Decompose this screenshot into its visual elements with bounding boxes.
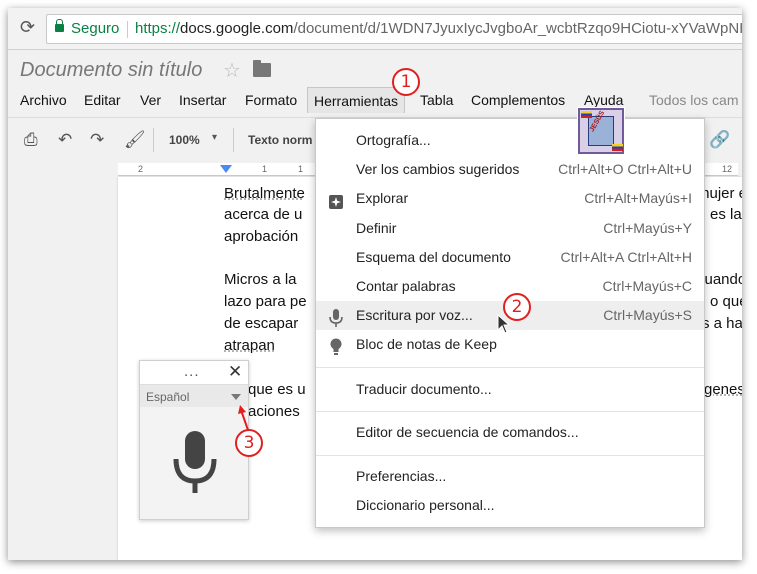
menu-item-label: Diccionario personal... <box>356 497 495 513</box>
url-path: /document/d/1WDN7JyuxIycJvgboAr_wcbtRzqo… <box>293 20 742 37</box>
folder-icon[interactable] <box>253 60 271 77</box>
menu-complementos[interactable]: Complementos <box>465 87 571 113</box>
menu-item-translate[interactable]: Traducir documento... <box>316 375 704 404</box>
menu-item-shortcut: Ctrl+Alt+A Ctrl+Alt+H <box>560 249 693 265</box>
menu-item-personal-dictionary[interactable]: Diccionario personal... <box>316 491 704 520</box>
menu-item-define[interactable]: Definir Ctrl+Mayús+Y <box>316 214 704 243</box>
doc-text-line: lazo para pe <box>224 293 307 310</box>
menu-bar: Archivo Editar Ver Insertar Formato Herr… <box>8 87 742 113</box>
menu-item-label: Traducir documento... <box>356 381 492 397</box>
microphone-icon <box>173 431 217 493</box>
menu-item-shortcut: Ctrl+Alt+Mayús+I <box>584 190 692 206</box>
style-select[interactable]: Texto norm <box>248 133 312 147</box>
undo-icon[interactable]: ↶ <box>58 130 72 150</box>
menu-item-label: Ver los cambios sugeridos <box>356 161 520 177</box>
secure-label: Seguro <box>71 20 120 37</box>
toolbar-divider <box>153 128 154 152</box>
zoom-caret-icon[interactable]: ▾ <box>212 132 217 143</box>
menu-item-label: Esquema del documento <box>356 249 511 265</box>
menu-editar[interactable]: Editar <box>78 87 127 113</box>
menu-divider <box>316 455 704 456</box>
menu-divider <box>316 367 704 368</box>
annotation-callout-2: 2 <box>503 293 531 321</box>
microphone-button[interactable] <box>140 407 248 519</box>
doc-text-line: Micros a la <box>224 271 297 288</box>
annotation-callout-3: 3 <box>235 429 263 457</box>
menu-insertar[interactable]: Insertar <box>173 87 232 113</box>
doc-text-line: que es u <box>248 381 306 398</box>
close-icon[interactable]: ✕ <box>228 362 242 382</box>
doc-text-line: s a ha <box>702 315 742 332</box>
menu-herramientas[interactable]: Herramientas <box>307 87 406 113</box>
menu-item-label: Explorar <box>356 190 409 206</box>
url-separator <box>127 21 128 38</box>
doc-text-line: genes <box>704 381 742 398</box>
menu-item-shortcut: Ctrl+Mayús+S <box>603 307 692 323</box>
language-caret-icon[interactable] <box>231 394 241 400</box>
print-icon[interactable]: ⎙ <box>24 130 38 150</box>
url-scheme: https:// <box>135 20 181 37</box>
save-status: Todos los cam <box>649 92 739 108</box>
watermark-logo: JESÚS <box>578 108 624 154</box>
menu-item-label: Bloc de notas de Keep <box>356 336 497 352</box>
menu-item-outline[interactable]: Esquema del documento Ctrl+Alt+A Ctrl+Al… <box>316 243 704 272</box>
menu-item-shortcut: Ctrl+Mayús+Y <box>603 220 692 236</box>
menu-item-label: Ortografía... <box>356 132 431 148</box>
menu-item-label: Escritura por voz... <box>356 307 473 323</box>
zoom-select[interactable]: 100% <box>169 133 200 147</box>
menu-item-label: Definir <box>356 220 397 236</box>
redo-icon[interactable]: ↷ <box>90 130 104 150</box>
lock-icon <box>55 19 64 32</box>
paint-format-icon[interactable]: 🖌 <box>124 130 146 150</box>
browser-window: ⟳ Seguro https://docs.google.com/documen… <box>8 8 742 560</box>
doc-text-line: Brutalmente <box>224 185 305 202</box>
menu-ver[interactable]: Ver <box>134 87 167 113</box>
menu-item-label: Contar palabras <box>356 278 456 294</box>
ruler-label: 12 <box>722 164 733 174</box>
menu-item-explore[interactable]: Explorar Ctrl+Alt+Mayús+I <box>316 184 704 213</box>
flag-icon <box>612 144 623 151</box>
language-select[interactable]: Español <box>146 390 189 404</box>
link-icon[interactable]: 🔗 <box>709 130 730 150</box>
menu-item-preferences[interactable]: Preferencias... <box>316 462 704 491</box>
ruler-label: 1 <box>262 164 268 174</box>
doc-text-line: de escapar <box>224 315 299 332</box>
address-bar: ⟳ Seguro https://docs.google.com/documen… <box>8 8 742 50</box>
document-title[interactable]: Documento sin título <box>20 59 202 82</box>
menu-tabla[interactable]: Tabla <box>414 87 459 113</box>
flag-icon <box>581 111 592 118</box>
menu-item-suggested-changes[interactable]: Ver los cambios sugeridos Ctrl+Alt+O Ctr… <box>316 155 704 184</box>
doc-text-line: es la <box>710 206 742 223</box>
ruler-label: 2 <box>138 164 144 174</box>
annotation-callout-1: 1 <box>392 68 420 96</box>
ruler-label: 1 <box>298 164 304 174</box>
annotation-arrow <box>238 405 249 431</box>
menu-item-label: Editor de secuencia de comandos... <box>356 424 579 440</box>
doc-text-line: o que <box>710 293 742 310</box>
toolbar-divider <box>233 128 234 152</box>
doc-text-line: atrapan <box>224 337 275 354</box>
menu-formato[interactable]: Formato <box>239 87 303 113</box>
menu-item-spelling[interactable]: Ortografía... <box>316 126 704 155</box>
lightbulb-icon <box>328 337 344 366</box>
menu-item-shortcut: Ctrl+Alt+O Ctrl+Alt+U <box>558 161 692 177</box>
indent-marker[interactable] <box>220 165 232 173</box>
menu-item-keep-notepad[interactable]: Bloc de notas de Keep <box>316 330 704 359</box>
more-options-icon[interactable]: ... <box>184 363 200 380</box>
star-icon[interactable]: ☆ <box>223 58 241 82</box>
menu-item-script-editor[interactable]: Editor de secuencia de comandos... <box>316 418 704 447</box>
url-host: docs.google.com <box>180 20 294 37</box>
menu-archivo[interactable]: Archivo <box>14 87 73 113</box>
voice-typing-widget: ... ✕ Español <box>139 360 249 520</box>
url-field[interactable]: Seguro https://docs.google.com/document/… <box>46 14 742 44</box>
url-text: https://docs.google.com/document/d/1WDN7… <box>135 15 742 43</box>
doc-text-line: aprobación <box>224 228 299 245</box>
menu-divider <box>316 411 704 412</box>
voice-widget-header[interactable]: ... ✕ <box>140 361 248 385</box>
menu-item-shortcut: Ctrl+Mayús+C <box>602 278 692 294</box>
menu-item-label: Preferencias... <box>356 468 447 484</box>
reload-icon[interactable]: ⟳ <box>20 19 38 37</box>
doc-text-line: acerca de u <box>224 206 303 223</box>
